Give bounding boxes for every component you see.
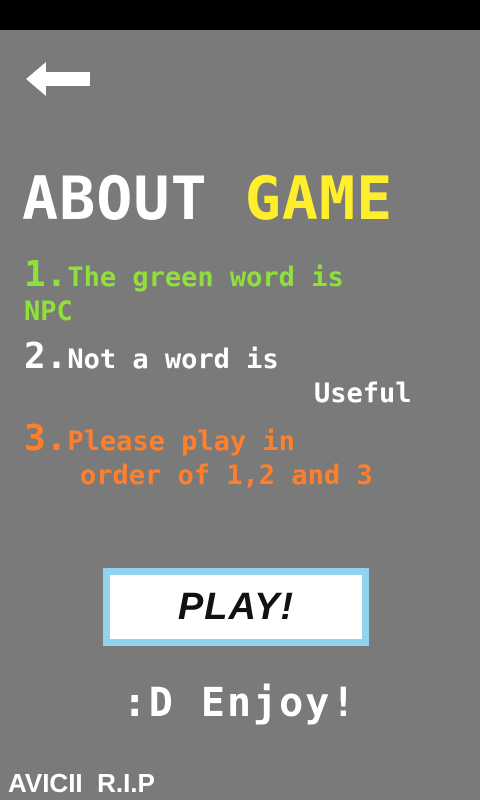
status-bar: [0, 0, 480, 30]
title-about: ABOUT: [22, 164, 208, 234]
rule-2-line1: Not a word is: [67, 344, 279, 375]
left-arrow-icon: [26, 62, 90, 96]
credit-text: AVICII R.I.P: [8, 768, 155, 798]
rule-2-number: 2.: [24, 336, 68, 377]
rule-2: 2.Not a word is Useful: [24, 339, 412, 411]
rule-3-number: 3.: [24, 418, 68, 459]
enjoy-text: :D Enjoy!: [122, 680, 358, 726]
page-title: ABOUT GAME: [22, 166, 393, 232]
rule-3-line1: Please play in: [67, 426, 295, 457]
rule-1-number: 1.: [24, 254, 68, 295]
play-button[interactable]: PLAY!: [103, 568, 369, 646]
title-game: GAME: [244, 164, 394, 234]
rule-1-line1: The green word is: [67, 262, 344, 293]
rule-2-line2: Useful: [314, 378, 412, 409]
rule-1-line2: NPC: [24, 296, 73, 327]
rule-1: 1.The green word is NPC: [24, 257, 344, 329]
play-button-label: PLAY!: [177, 585, 295, 628]
rule-3-line2: order of 1,2 and 3: [80, 460, 373, 491]
rule-3: 3.Please play in order of 1,2 and 3: [24, 421, 373, 493]
back-button[interactable]: [24, 58, 94, 100]
